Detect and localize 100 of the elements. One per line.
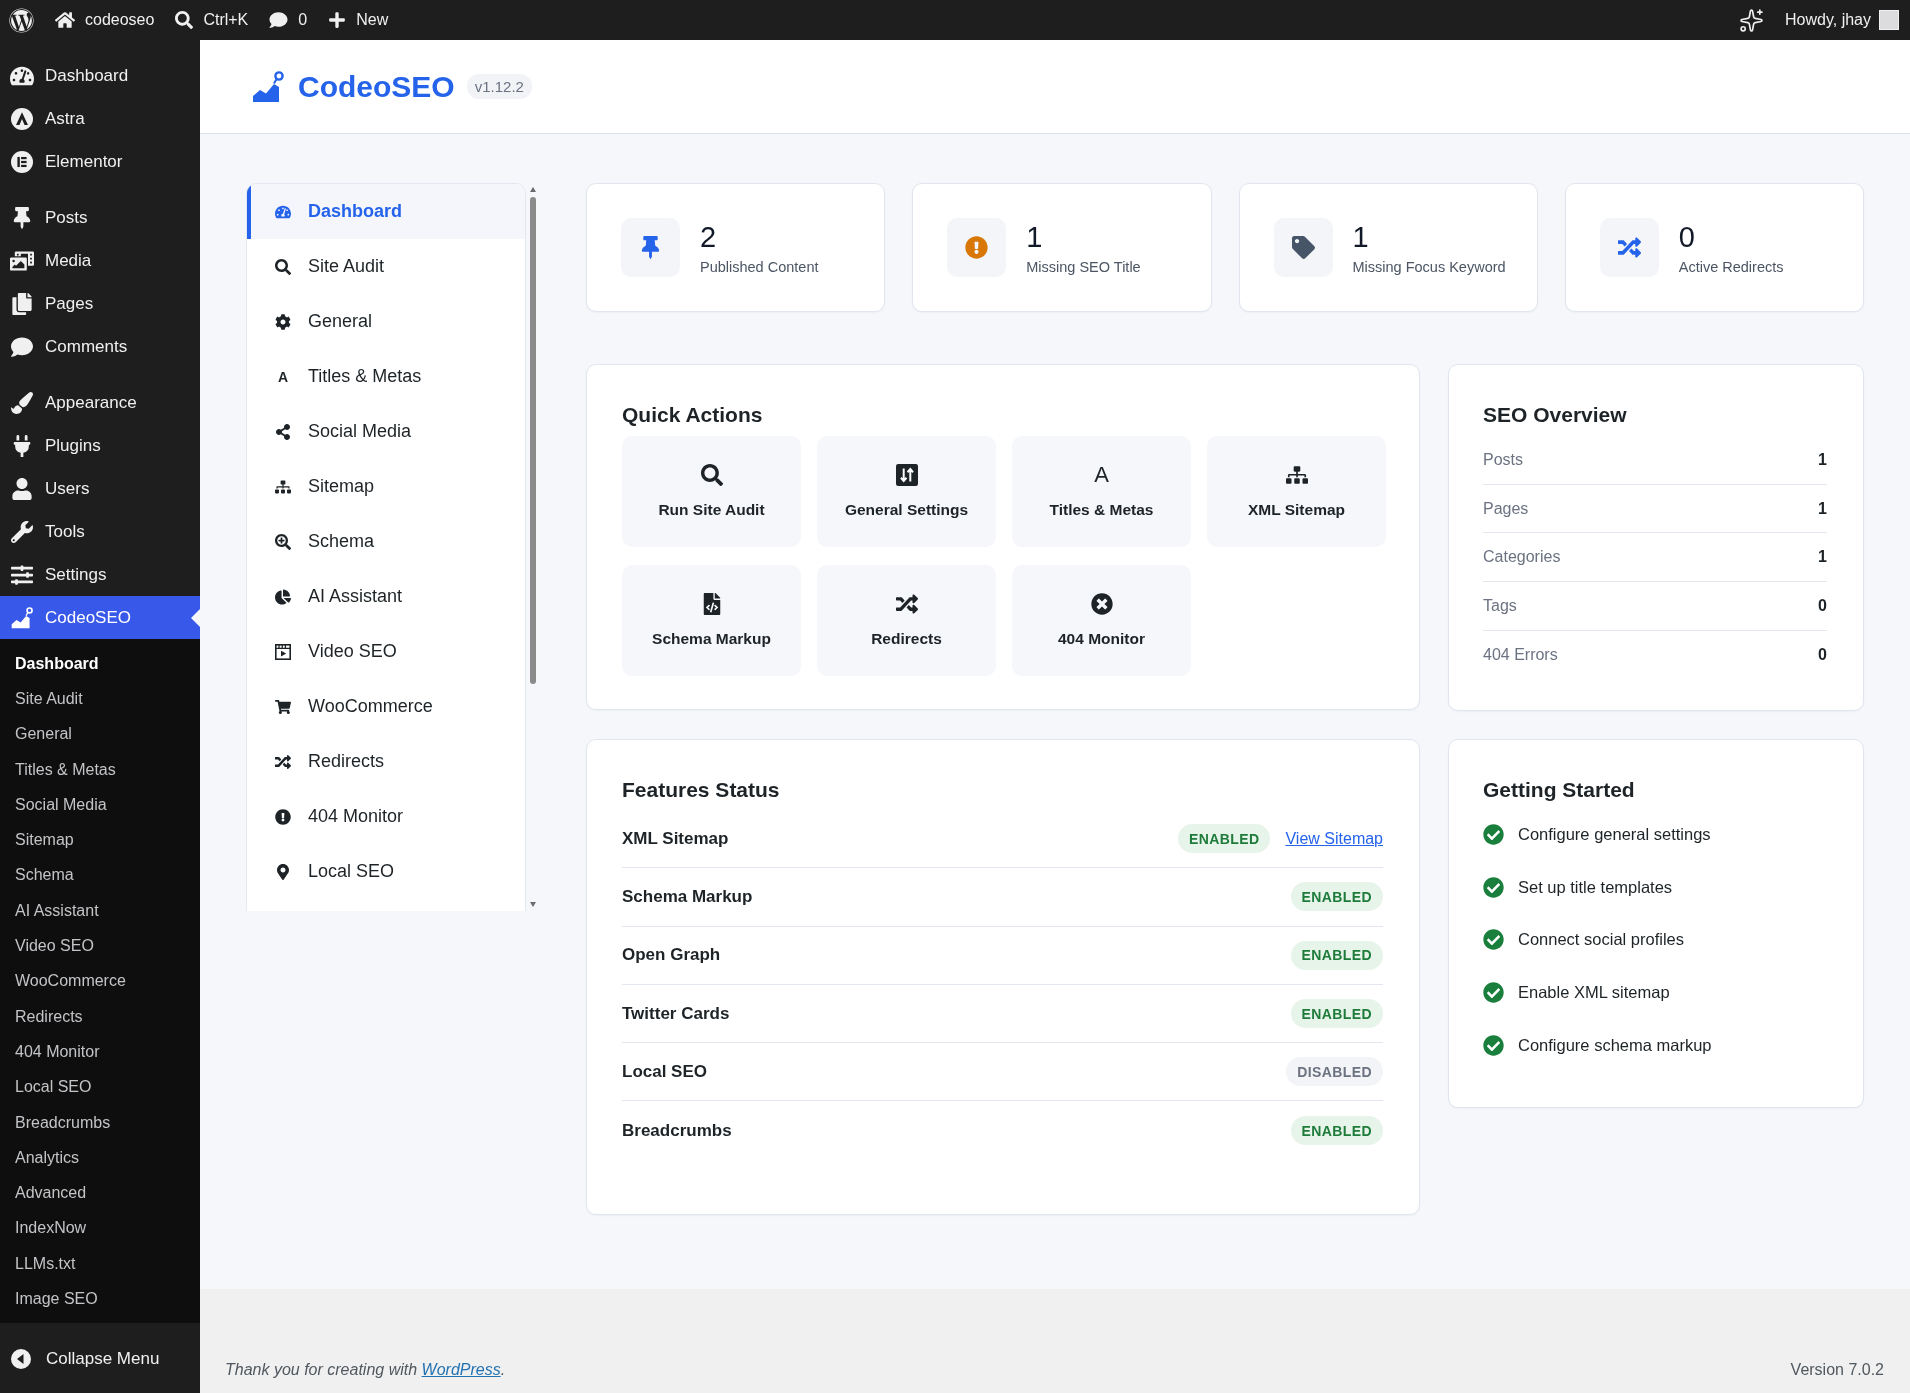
submenu-item[interactable]: Site Audit [0, 681, 200, 717]
submenu-item[interactable]: Redirects [0, 998, 200, 1035]
overview-value: 1 [1818, 499, 1827, 518]
submenu-item[interactable]: Advanced [0, 1175, 200, 1211]
shuffle-icon [275, 753, 291, 770]
submenu-item[interactable]: Analytics [0, 1140, 200, 1176]
collapse-icon [11, 1349, 31, 1370]
overview-value: 0 [1818, 646, 1827, 665]
quick-action-button[interactable]: 404 Monitor [1012, 565, 1191, 676]
quick-action-button[interactable]: XML Sitemap [1207, 436, 1386, 547]
version-text: Version 7.0.2 [1790, 1360, 1884, 1380]
quick-action-button[interactable]: A Titles & Metas [1012, 436, 1191, 547]
submenu-item[interactable]: Image SEO [0, 1281, 200, 1317]
feature-name: Twitter Cards [622, 1003, 731, 1024]
cart-icon [275, 698, 291, 715]
submenu-item[interactable]: Schema [0, 857, 200, 894]
view-link[interactable]: View Sitemap [1285, 829, 1383, 848]
footer-credit: Thank you for creating with WordPress. [225, 1360, 506, 1380]
search-icon [700, 464, 723, 486]
status-badge: ENABLED [1290, 999, 1383, 1029]
menu-item[interactable]: Plugins [0, 424, 200, 467]
submenu-item[interactable]: General [0, 716, 200, 752]
menu-item[interactable]: Appearance [0, 381, 200, 424]
submenu-item[interactable]: Sitemap [0, 822, 200, 858]
bars-logo-icon [10, 150, 34, 173]
speech-bubble-icon [269, 11, 289, 29]
search-button[interactable]: Ctrl+K [175, 0, 249, 40]
overview-value: 1 [1818, 450, 1827, 469]
share-icon [275, 423, 291, 440]
submenu-item[interactable]: 404 Monitor [0, 1034, 200, 1070]
wrench-icon [10, 520, 34, 543]
card-title: Features Status [622, 777, 781, 803]
quick-action-button[interactable]: Schema Markup [622, 565, 801, 676]
status-badge: ENABLED [1290, 1116, 1383, 1146]
sparkle-icon[interactable] [1739, 7, 1765, 33]
magnifier-icon [275, 533, 291, 550]
collapse-button[interactable]: Collapse Menu [0, 1337, 160, 1381]
quick-action-button[interactable]: Redirects [817, 565, 996, 676]
overview-value: 0 [1818, 596, 1827, 615]
letter-a-icon: A [1094, 464, 1109, 486]
menu-item[interactable]: Astra [0, 97, 200, 140]
stat-value: 1 [1026, 220, 1044, 253]
stat-value: 2 [700, 220, 718, 253]
step-text: Connect social profiles [1518, 930, 1684, 950]
sliders-icon [895, 464, 918, 486]
sliders-icon [10, 563, 34, 586]
menu-item[interactable]: CodeoSEO [0, 596, 200, 639]
menu-item[interactable]: Comments [0, 325, 200, 368]
quick-action-button[interactable]: Run Site Audit [622, 436, 801, 547]
submenu-item[interactable]: LLMs.txt [0, 1246, 200, 1282]
brush-icon [10, 391, 34, 414]
overview-label: Pages [1483, 499, 1529, 518]
overview-label: Posts [1483, 450, 1523, 469]
wordpress-link[interactable]: WordPress [421, 1361, 501, 1378]
search-icon [175, 11, 194, 29]
new-button[interactable]: New [328, 0, 389, 40]
stat-label: Published Content [700, 258, 819, 275]
exclamation-icon [947, 218, 1007, 277]
nav-item[interactable]: Dashboard [247, 184, 525, 239]
card-title: Quick Actions [622, 402, 764, 428]
submenu-item[interactable]: Video SEO [0, 928, 200, 964]
feature-name: XML Sitemap [622, 828, 730, 849]
menu-item[interactable]: Settings [0, 553, 200, 596]
menu-item[interactable]: Pages [0, 282, 200, 325]
menu-item[interactable]: Posts [0, 196, 200, 239]
menu-item[interactable]: Elementor [0, 140, 200, 183]
site-link[interactable]: codeoseo [55, 0, 155, 40]
stat-label: Missing SEO Title [1026, 258, 1141, 275]
step-text: Configure general settings [1518, 824, 1711, 844]
account-link[interactable]: Howdy, jhay [1785, 0, 1899, 40]
status-badge: ENABLED [1178, 824, 1271, 854]
menu-item[interactable]: Dashboard [0, 54, 200, 97]
submenu-item[interactable]: Titles & Metas [0, 751, 200, 788]
submenu-item[interactable]: Local SEO [0, 1069, 200, 1105]
sitemap-icon [1285, 464, 1308, 486]
feature-name: Schema Markup [622, 886, 754, 907]
quick-action-button[interactable]: General Settings [817, 436, 996, 547]
submenu-item[interactable]: IndexNow [0, 1210, 200, 1247]
step-text: Configure schema markup [1518, 1035, 1712, 1055]
search-icon [275, 258, 291, 275]
version-badge: v1.12.2 [466, 74, 532, 99]
gear-icon [275, 313, 291, 330]
submenu-item[interactable]: Social Media [0, 787, 200, 823]
menu-item[interactable]: Users [0, 467, 200, 510]
pin-icon [621, 218, 680, 277]
feature-name: Local SEO [622, 1061, 709, 1082]
comments-link[interactable]: 0 [269, 0, 308, 40]
pages-icon [10, 292, 34, 315]
pie-icon [275, 588, 291, 605]
submenu-item[interactable]: Dashboard [0, 646, 200, 682]
menu-item[interactable]: Tools [0, 510, 200, 553]
submenu-item[interactable]: Breadcrumbs [0, 1104, 200, 1141]
submenu-item[interactable]: WooCommerce [0, 963, 200, 999]
submenu-item[interactable]: AI Assistant [0, 893, 200, 929]
avatar-placeholder [1879, 10, 1899, 30]
logo-icon[interactable] [9, 7, 34, 33]
feature-name: Open Graph [622, 945, 722, 966]
letter-a-icon: A [275, 368, 291, 385]
menu-item[interactable]: Media [0, 239, 200, 282]
exclamation-icon [275, 808, 291, 825]
